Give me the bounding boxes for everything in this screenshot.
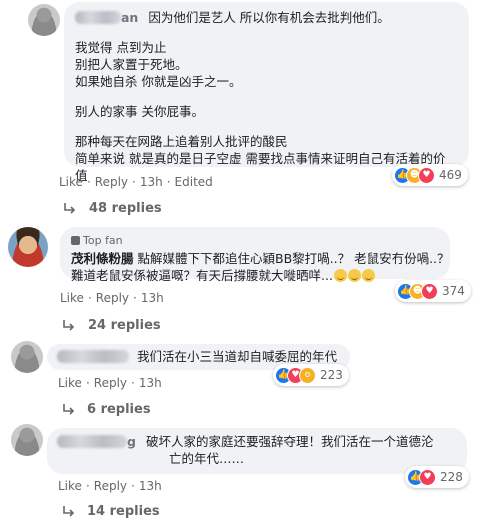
like-link[interactable]: Like (58, 376, 82, 390)
comment-bubble: g 破坏人家的家庭还要强辞夺理！我们活在一个道德沦 亡的年代…… (47, 428, 467, 474)
reaction-summary[interactable]: 👍 ♥ o 223 (273, 364, 349, 386)
blurred-author-name (75, 11, 121, 24)
reaction-summary[interactable]: 👍 ☻ ♥ 374 (395, 280, 471, 302)
view-replies-link[interactable]: 48 replies (89, 201, 162, 216)
like-link[interactable]: Like (59, 175, 83, 189)
comment-text-line: 破坏人家的家庭还要强辞夺理！我们活在一个道德沦 (145, 434, 434, 449)
avatar[interactable] (8, 227, 48, 267)
wow-icon: o (299, 366, 316, 384)
timestamp[interactable]: 13h (139, 376, 162, 390)
blurred-author-name (57, 435, 127, 448)
reaction-count: 374 (442, 284, 465, 298)
reply-link[interactable]: Reply (96, 291, 129, 305)
comment-text-line: 因为他们是艺人 所以你有机会去批判他们。 (148, 10, 390, 25)
sweat-smile-emoji (333, 269, 347, 282)
comment-actions: Like · Reply · 13h (58, 376, 162, 390)
reply-arrow-icon (64, 203, 76, 214)
top-fan-icon (71, 236, 80, 245)
comment-actions: Like · Reply · 13h · Edited (59, 175, 213, 189)
reaction-count: 469 (439, 168, 462, 182)
reply-link[interactable]: Reply (94, 479, 127, 493)
comment-text-line: 難道老鼠安係被逼嘅？有天后撐腰就大嘥晒咩... (71, 268, 333, 283)
like-link[interactable]: Like (60, 291, 84, 305)
comment-text-line: 亡的年代…… (169, 451, 245, 466)
reaction-count: 228 (440, 470, 463, 484)
comment-text-line: 點解媒體下下都追住心穎BB黎打喎..？ 老鼠安冇份喎..？ (137, 251, 450, 266)
timestamp[interactable]: 13h (139, 479, 162, 493)
edited-label[interactable]: Edited (175, 175, 213, 189)
reply-arrow-icon (63, 320, 75, 331)
comment-actions: Like · Reply · 13h (58, 479, 162, 493)
timestamp[interactable]: 13h (140, 175, 163, 189)
reaction-count: 223 (320, 368, 343, 382)
author-name-fragment[interactable]: g (127, 434, 136, 449)
timestamp[interactable]: 13h (141, 291, 164, 305)
view-replies-link[interactable]: 24 replies (88, 318, 161, 333)
sweat-smile-emoji (361, 269, 375, 282)
avatar[interactable] (11, 424, 43, 456)
love-icon: ♥ (421, 282, 438, 300)
blurred-author-name (57, 350, 129, 363)
avatar[interactable] (11, 341, 43, 373)
comment-text-line: 如果她自杀 你就是凶手之一。 (75, 74, 242, 89)
reply-arrow-icon (63, 506, 75, 517)
comment-text-line: 我觉得 点到为止 (75, 40, 167, 55)
love-icon: ♥ (418, 166, 435, 184)
reaction-summary[interactable]: 👍 ♥ 228 (405, 466, 469, 488)
view-replies-link[interactable]: 6 replies (87, 402, 151, 417)
comment-text-line: 我们活在小三当道却自喊委屈的年代 (136, 349, 337, 364)
top-fan-badge: Top fan (71, 232, 439, 249)
reply-arrow-icon (63, 404, 75, 415)
top-fan-label: Top fan (83, 234, 123, 247)
avatar[interactable] (28, 4, 60, 36)
like-link[interactable]: Like (58, 479, 82, 493)
reply-link[interactable]: Reply (95, 175, 128, 189)
reply-link[interactable]: Reply (94, 376, 127, 390)
comment-bubble: an 因为他们是艺人 所以你有机会去批判他们。 我觉得 点到为止 别把人家置于死… (64, 2, 469, 183)
sweat-smile-emoji (347, 269, 361, 282)
comment-text-line: 别人的家事 关你屁事。 (75, 104, 204, 119)
view-replies-link[interactable]: 14 replies (87, 504, 160, 519)
comment-text-line: 别把人家置于死地。 (75, 57, 188, 72)
love-icon: ♥ (419, 468, 436, 486)
comment-actions: Like · Reply · 13h (60, 291, 164, 305)
comment-bubble: Top fan 茂利條粉腸 點解媒體下下都追住心穎BB黎打喎..？ 老鼠安冇份喎… (60, 227, 450, 283)
author-name[interactable]: 茂利條粉腸 (71, 251, 134, 266)
comment-text-line: 那种每天在网路上追着别人批评的酸民 (75, 134, 288, 149)
reaction-summary[interactable]: 👍 ☻ ♥ 469 (392, 164, 468, 186)
author-name-fragment[interactable]: an (121, 10, 138, 25)
